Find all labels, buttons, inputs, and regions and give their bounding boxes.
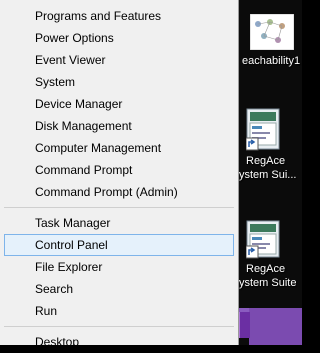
- menu-item-command-prompt-admin[interactable]: Command Prompt (Admin): [4, 181, 234, 203]
- menu-separator: [4, 326, 234, 327]
- menu-item-run[interactable]: Run: [4, 300, 234, 322]
- menu-item-power-options[interactable]: Power Options: [4, 27, 234, 49]
- menu-item-file-explorer[interactable]: File Explorer: [4, 256, 234, 278]
- network-diagram-icon: [250, 14, 294, 50]
- taskbar-button[interactable]: [239, 312, 250, 338]
- desktop-icon-label: RegAce: [246, 263, 286, 275]
- desktop-icon-regace-1[interactable]: RegAce ystem Sui...: [239, 108, 302, 190]
- menu-item-command-prompt[interactable]: Command Prompt: [4, 159, 234, 181]
- menu-item-search[interactable]: Search: [4, 278, 234, 300]
- menu-item-desktop[interactable]: Desktop: [4, 331, 234, 353]
- desktop-icon-label-line2: ystem Suite: [239, 277, 297, 289]
- menu-item-device-manager[interactable]: Device Manager: [4, 93, 234, 115]
- regace-shortcut-icon: [246, 220, 280, 259]
- menu-item-programs-and-features[interactable]: Programs and Features: [4, 5, 234, 27]
- menu-item-task-manager[interactable]: Task Manager: [4, 212, 234, 234]
- menu-item-event-viewer[interactable]: Event Viewer: [4, 49, 234, 71]
- desktop-icon-label: eachability1: [242, 55, 301, 67]
- taskbar: [249, 308, 302, 345]
- menu-item-control-panel[interactable]: Control Panel: [4, 234, 234, 256]
- menu-item-disk-management[interactable]: Disk Management: [4, 115, 234, 137]
- winx-context-menu: Programs and Features Power Options Even…: [0, 0, 239, 349]
- desktop-icon-reachability[interactable]: eachability1: [242, 14, 302, 76]
- desktop-icon-label-line2: ystem Sui...: [239, 169, 297, 181]
- menu-separator: [4, 207, 234, 208]
- desktop-icon-regace-2[interactable]: RegAce ystem Suite: [239, 220, 302, 292]
- menu-item-computer-management[interactable]: Computer Management: [4, 137, 234, 159]
- desktop-icon-label: RegAce: [246, 155, 286, 167]
- menu-item-system[interactable]: System: [4, 71, 234, 93]
- regace-shortcut-icon: [246, 108, 280, 151]
